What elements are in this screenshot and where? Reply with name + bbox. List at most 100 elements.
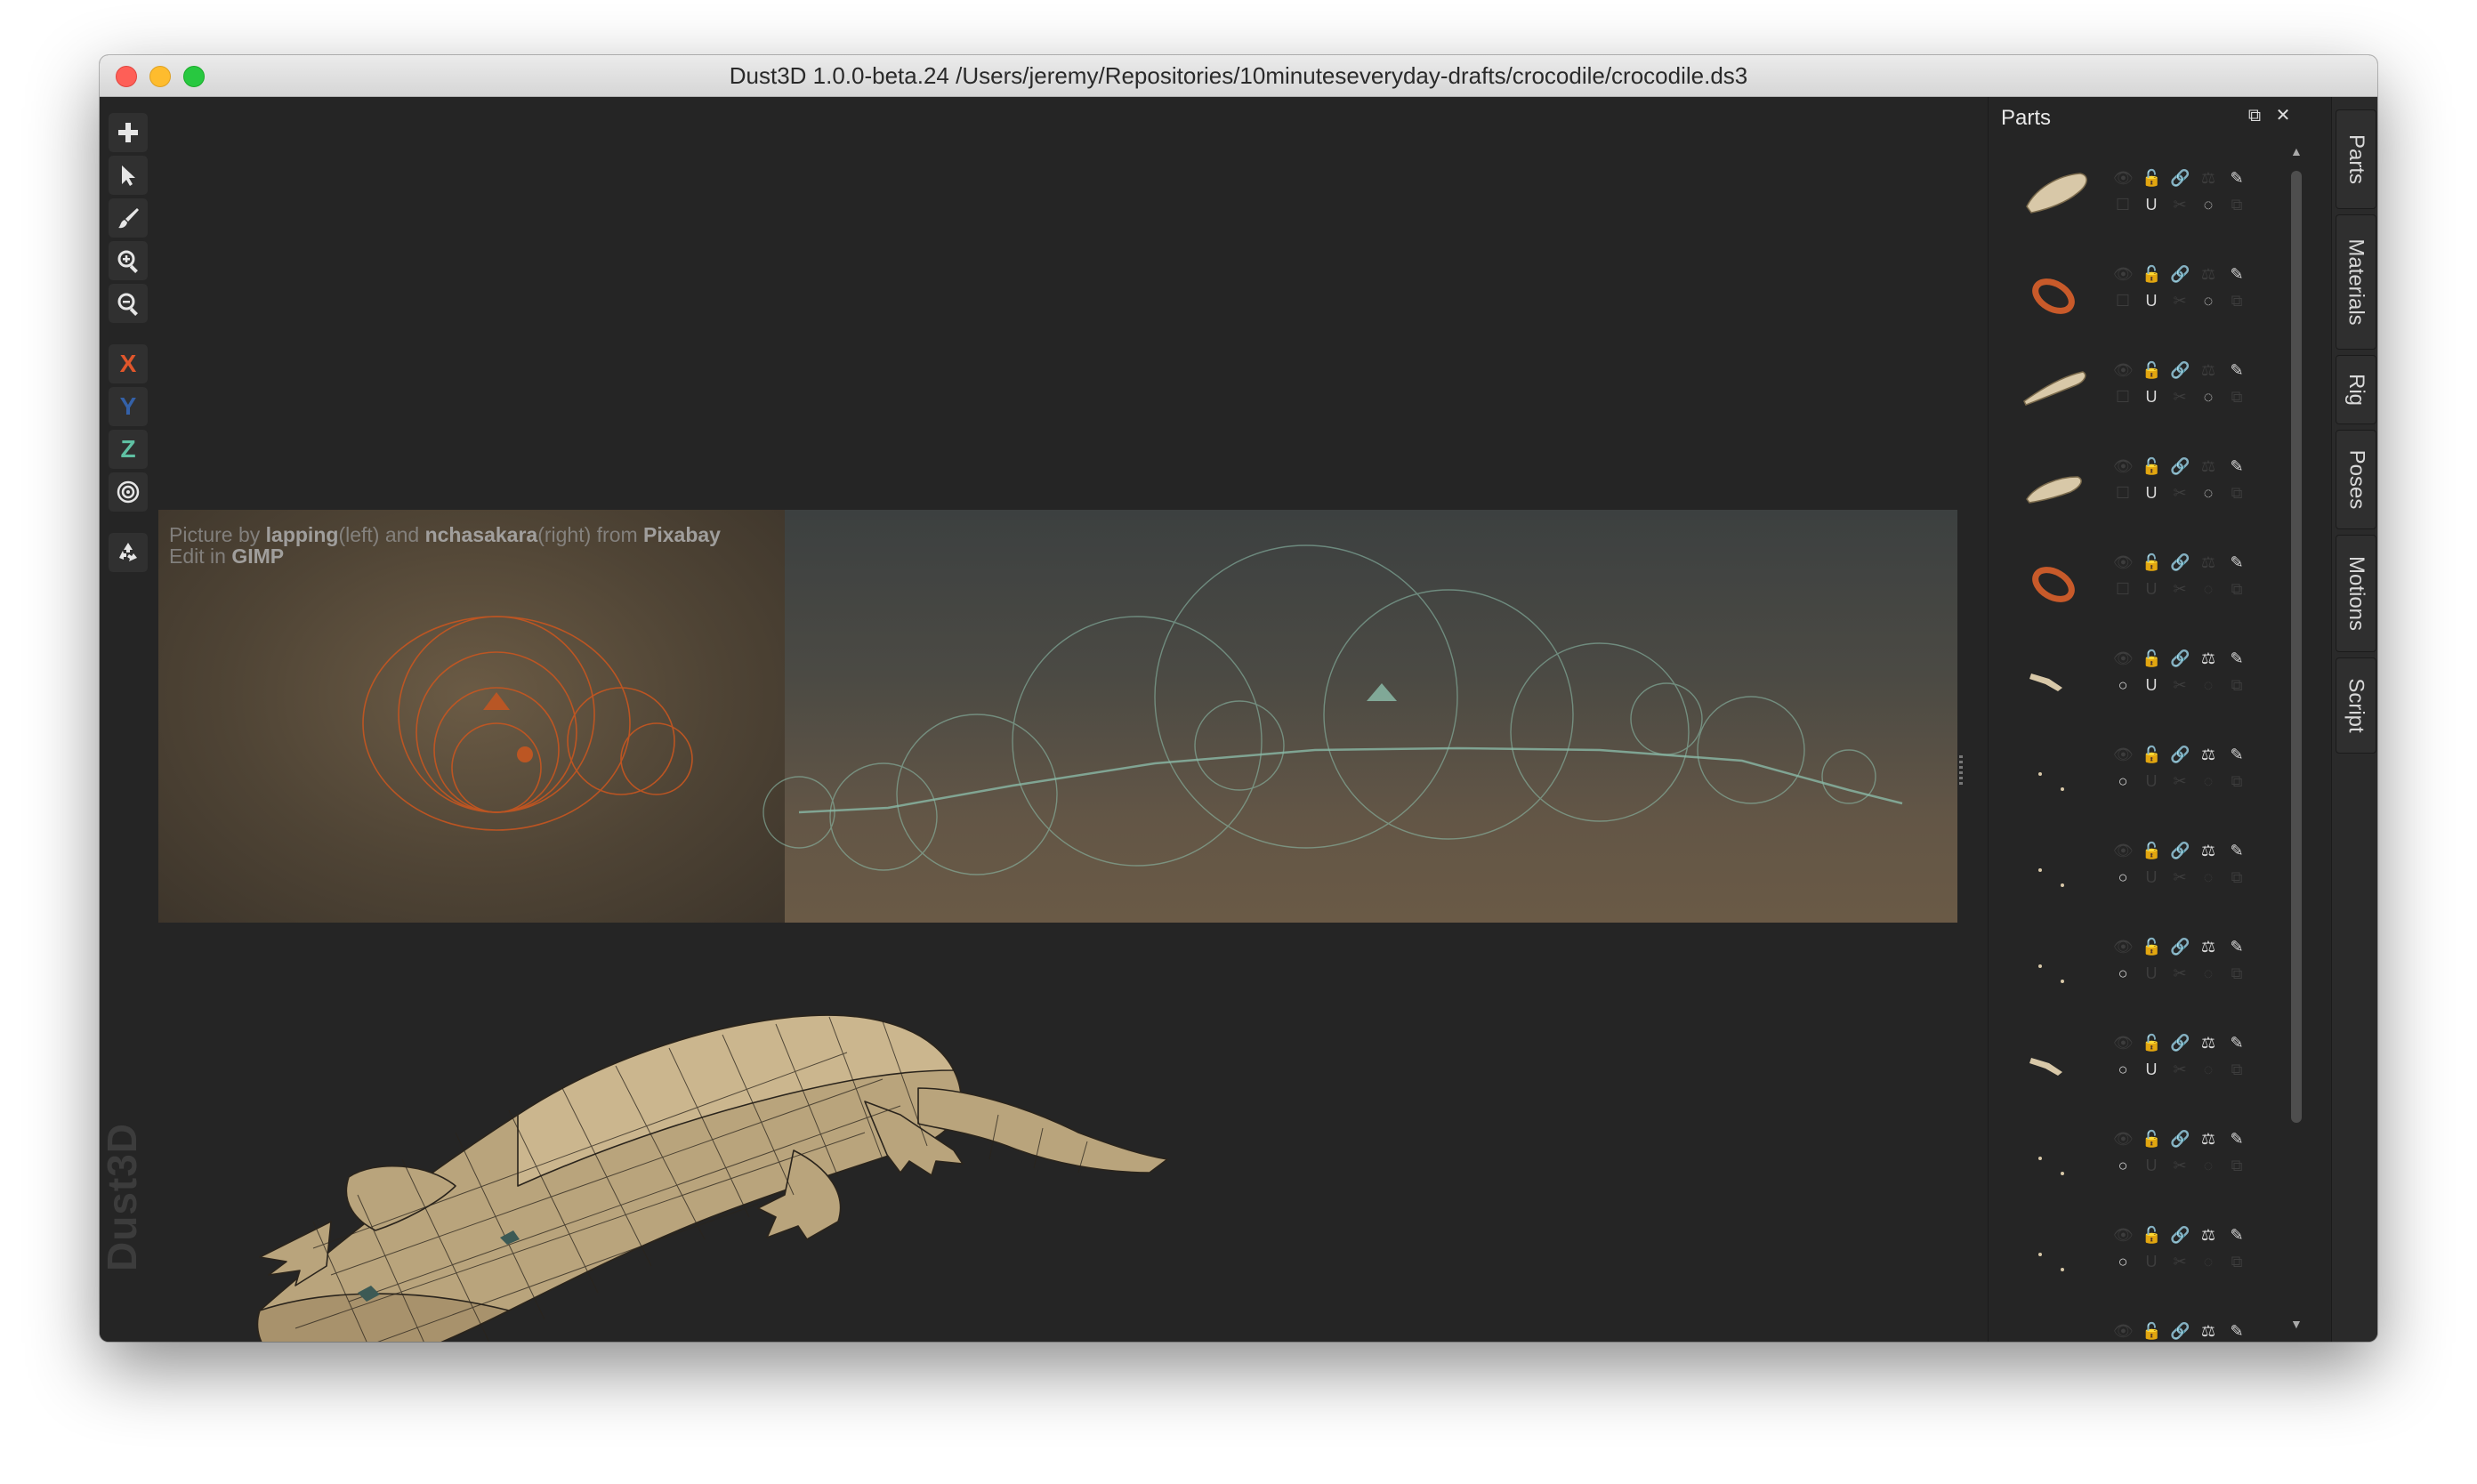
balance-icon[interactable]: ⚖ (2199, 1033, 2218, 1053)
part-row[interactable]: 👁 🔓 🔗 ⚖ ✎ ☐ U ✂ ◌ ⧉ (2013, 246, 2263, 343)
rotate-icon[interactable]: ◌ (2199, 675, 2218, 695)
balance-icon[interactable]: ⚖ (2199, 1225, 2218, 1245)
paint-button[interactable] (109, 198, 148, 238)
color-picker-icon[interactable]: ✎ (2227, 745, 2247, 764)
balance-icon[interactable]: ⚖ (2199, 264, 2218, 284)
checkbox-icon[interactable]: ☐ (2113, 387, 2133, 407)
link-icon[interactable]: 🔗 (2170, 1225, 2190, 1245)
link-icon[interactable]: 🔗 (2170, 264, 2190, 284)
magnet-icon[interactable]: U (2142, 291, 2161, 311)
copy-icon[interactable]: ⧉ (2227, 867, 2247, 887)
visibility-icon[interactable]: 👁 (2113, 649, 2134, 668)
color-picker-icon[interactable]: ✎ (2227, 937, 2247, 956)
rotate-icon[interactable]: ◌ (2199, 964, 2218, 983)
lock-icon[interactable]: 🔓 (2142, 168, 2161, 188)
balance-icon[interactable]: ⚖ (2199, 937, 2218, 956)
magnet-icon[interactable]: U (2142, 867, 2161, 887)
link-icon[interactable]: 🔗 (2170, 841, 2190, 860)
visibility-icon[interactable]: 👁 (2113, 168, 2134, 188)
rotate-icon[interactable]: ◌ (2199, 867, 2218, 887)
copy-icon[interactable]: ⧉ (2227, 771, 2247, 791)
scissors-icon[interactable]: ✂ (2170, 675, 2190, 695)
link-icon[interactable]: 🔗 (2170, 552, 2190, 572)
color-picker-icon[interactable]: ✎ (2227, 168, 2247, 188)
color-picker-icon[interactable]: ✎ (2227, 456, 2247, 476)
magnet-icon[interactable]: U (2142, 675, 2161, 695)
tab-poses[interactable]: Poses (2336, 430, 2376, 529)
magnet-icon[interactable]: U (2142, 483, 2161, 503)
lock-icon[interactable]: 🔓 (2142, 1129, 2161, 1149)
balance-icon[interactable]: ⚖ (2199, 1321, 2218, 1341)
rotate-icon[interactable]: ◌ (2199, 1156, 2218, 1175)
part-row[interactable]: 👁 🔓 🔗 ⚖ ✎ ○ U ✂ ◌ ⧉ (2013, 727, 2263, 823)
radius-lock-button[interactable] (109, 472, 148, 512)
link-icon[interactable]: 🔗 (2170, 745, 2190, 764)
checkbox-icon[interactable]: ○ (2113, 1060, 2133, 1079)
rotate-icon[interactable]: ◌ (2199, 483, 2218, 503)
visibility-icon[interactable]: 👁 (2113, 937, 2134, 956)
checkbox-icon[interactable]: ○ (2113, 1252, 2133, 1271)
rotate-icon[interactable]: ◌ (2199, 771, 2218, 791)
part-preview-thumbnail[interactable] (2013, 1214, 2094, 1294)
balance-icon[interactable]: ⚖ (2199, 168, 2218, 188)
visibility-icon[interactable]: 👁 (2113, 841, 2134, 860)
magnet-icon[interactable]: U (2142, 1252, 2161, 1271)
color-picker-icon[interactable]: ✎ (2227, 1033, 2247, 1053)
color-picker-icon[interactable]: ✎ (2227, 1225, 2247, 1245)
balance-icon[interactable]: ⚖ (2199, 456, 2218, 476)
copy-icon[interactable]: ⧉ (2227, 964, 2247, 983)
tab-rig[interactable]: Rig (2336, 355, 2376, 424)
visibility-icon[interactable]: 👁 (2113, 552, 2134, 572)
scissors-icon[interactable]: ✂ (2170, 195, 2190, 214)
checkbox-icon[interactable]: ○ (2113, 771, 2133, 791)
lock-icon[interactable]: 🔓 (2142, 745, 2161, 764)
tab-motions[interactable]: Motions (2336, 535, 2376, 652)
balance-icon[interactable]: ⚖ (2199, 745, 2218, 764)
tab-materials[interactable]: Materials (2336, 214, 2376, 350)
checkbox-icon[interactable]: ☐ (2113, 579, 2133, 599)
checkbox-icon[interactable]: ○ (2113, 867, 2133, 887)
part-row[interactable]: 👁 🔓 🔗 ⚖ ✎ ○ U ✂ ◌ ⧉ (2013, 919, 2263, 1015)
visibility-icon[interactable]: 👁 (2113, 1033, 2134, 1053)
part-preview-thumbnail[interactable] (2013, 157, 2094, 238)
part-preview-thumbnail[interactable] (2013, 638, 2094, 718)
rotate-icon[interactable]: ◌ (2199, 1060, 2218, 1079)
checkbox-icon[interactable]: ○ (2113, 1156, 2133, 1175)
rotate-icon[interactable]: ◌ (2199, 195, 2218, 214)
part-preview-thumbnail[interactable] (2013, 734, 2094, 814)
copy-icon[interactable]: ⧉ (2227, 291, 2247, 311)
color-picker-icon[interactable]: ✎ (2227, 552, 2247, 572)
magnet-icon[interactable]: U (2142, 1060, 2161, 1079)
part-preview-thumbnail[interactable] (2013, 830, 2094, 910)
magnet-icon[interactable]: U (2142, 579, 2161, 599)
checkbox-icon[interactable]: ☐ (2113, 195, 2133, 214)
scissors-icon[interactable]: ✂ (2170, 964, 2190, 983)
y-axis-lock-button[interactable]: Y (109, 387, 148, 426)
part-row[interactable]: 👁 🔓 🔗 ⚖ ✎ ○ U ✂ ◌ ⧉ (2013, 631, 2263, 727)
copy-icon[interactable]: ⧉ (2227, 675, 2247, 695)
part-row[interactable]: 👁 🔓 🔗 ⚖ ✎ ○ U ✂ ◌ ⧉ (2013, 1015, 2263, 1111)
parts-scroll-thumb[interactable] (2291, 171, 2302, 1123)
color-picker-icon[interactable]: ✎ (2227, 1321, 2247, 1341)
part-preview-thumbnail[interactable] (2013, 1118, 2094, 1198)
copy-icon[interactable]: ⧉ (2227, 195, 2247, 214)
lock-icon[interactable]: 🔓 (2142, 649, 2161, 668)
regenerate-button[interactable] (109, 533, 148, 572)
lock-icon[interactable]: 🔓 (2142, 360, 2161, 380)
rotate-icon[interactable]: ◌ (2199, 579, 2218, 599)
scissors-icon[interactable]: ✂ (2170, 1060, 2190, 1079)
part-row[interactable]: 👁 🔓 🔗 ⚖ ✎ ○ U ✂ ◌ ⧉ (2013, 1207, 2263, 1303)
color-picker-icon[interactable]: ✎ (2227, 1129, 2247, 1149)
checkbox-icon[interactable]: ☐ (2113, 291, 2133, 311)
part-row[interactable]: 👁 🔓 🔗 ⚖ ✎ ☐ U ✂ ◌ ⧉ (2013, 439, 2263, 535)
scissors-icon[interactable]: ✂ (2170, 387, 2190, 407)
checkbox-icon[interactable]: ○ (2113, 964, 2133, 983)
color-picker-icon[interactable]: ✎ (2227, 649, 2247, 668)
scissors-icon[interactable]: ✂ (2170, 579, 2190, 599)
z-axis-lock-button[interactable]: Z (109, 430, 148, 469)
scissors-icon[interactable]: ✂ (2170, 867, 2190, 887)
part-preview-thumbnail[interactable] (2013, 1022, 2094, 1102)
magnet-icon[interactable]: U (2142, 964, 2161, 983)
link-icon[interactable]: 🔗 (2170, 456, 2190, 476)
link-icon[interactable]: 🔗 (2170, 1321, 2190, 1341)
